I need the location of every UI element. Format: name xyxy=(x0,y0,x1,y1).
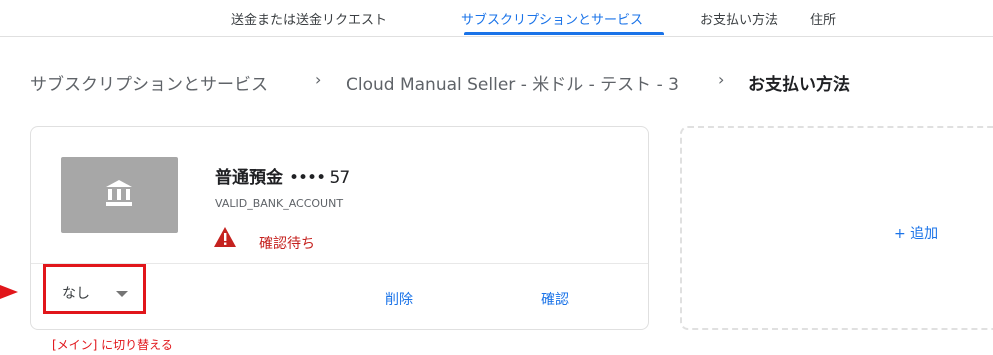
delete-button[interactable]: 削除 xyxy=(385,289,413,309)
annotation-text: [メイン] に切り替える xyxy=(52,338,173,352)
account-status-code: VALID_BANK_ACCOUNT xyxy=(215,197,344,210)
breadcrumb-subscriptions[interactable]: サブスクリプションとサービス xyxy=(30,70,268,95)
active-tab-indicator xyxy=(464,32,664,35)
bank-icon xyxy=(106,180,132,206)
account-number-masked: •••• 57 xyxy=(289,168,350,188)
payment-method-card: 普通預金 •••• 57 VALID_BANK_ACCOUNT 確認待ち なし 削… xyxy=(30,126,649,330)
add-payment-method-card[interactable]: + 追加 xyxy=(680,126,993,330)
breadcrumb-current: お支払い方法 xyxy=(748,75,850,95)
annotation-arrow-icon xyxy=(0,285,18,299)
breadcrumb-separator: › xyxy=(718,70,725,89)
tab-send-request[interactable]: 送金または送金リクエスト xyxy=(231,9,387,28)
verification-status: 確認待ち xyxy=(259,236,315,252)
bank-thumbnail xyxy=(61,157,178,233)
verify-button[interactable]: 確認 xyxy=(541,289,569,309)
account-name: 普通預金 •••• 57 xyxy=(215,163,350,188)
tab-subscriptions[interactable]: サブスクリプションとサービス xyxy=(461,9,643,28)
tab-addresses[interactable]: 住所 xyxy=(810,9,836,28)
primary-role-select[interactable]: なし xyxy=(43,264,146,314)
breadcrumb-service[interactable]: Cloud Manual Seller - 米ドル - テスト - 3 xyxy=(346,70,679,95)
account-type-label: 普通預金 xyxy=(215,168,283,188)
breadcrumb-separator: › xyxy=(315,70,322,89)
tab-payment-methods[interactable]: お支払い方法 xyxy=(700,9,778,28)
role-select-value: なし xyxy=(62,286,90,302)
warning-icon xyxy=(214,227,236,247)
dropdown-arrow-icon xyxy=(116,291,128,297)
add-button[interactable]: + 追加 xyxy=(894,223,938,243)
top-tabs: 送金または送金リクエスト サブスクリプションとサービス お支払い方法 住所 xyxy=(0,0,993,37)
page: 送金または送金リクエスト サブスクリプションとサービス お支払い方法 住所 サブ… xyxy=(0,0,993,355)
